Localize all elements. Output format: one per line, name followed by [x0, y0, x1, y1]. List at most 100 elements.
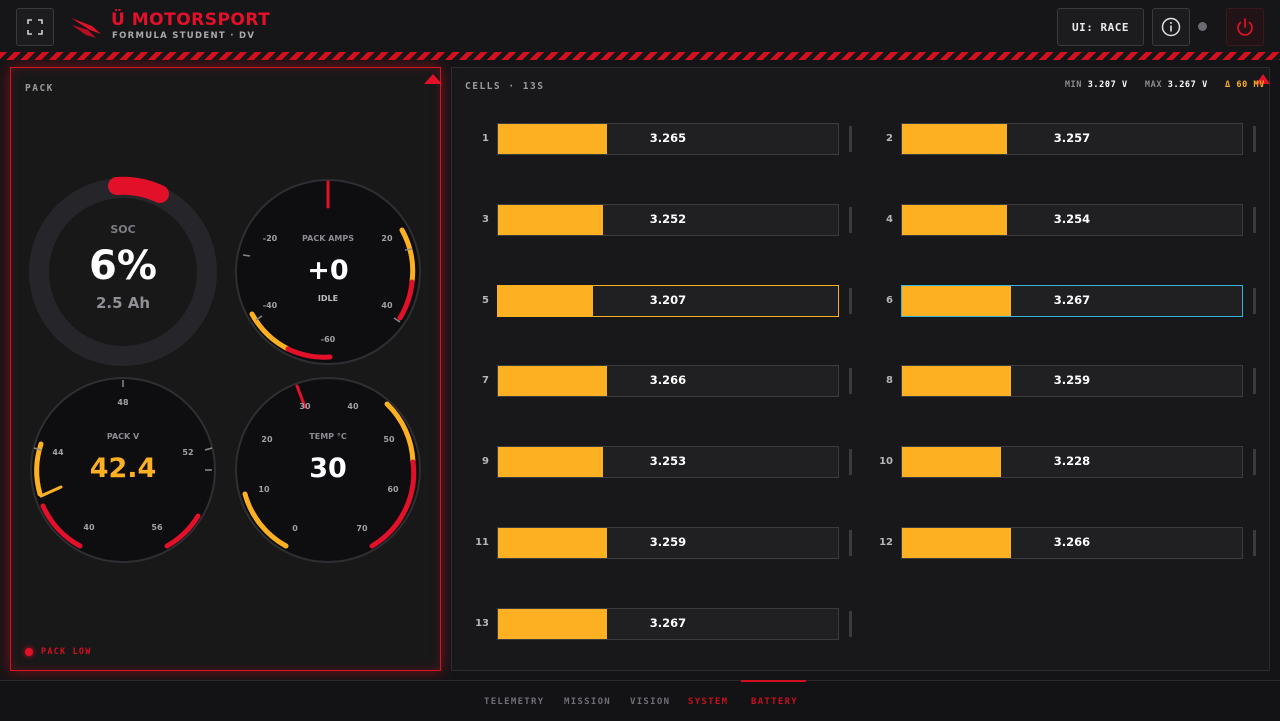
cell-bar[interactable]: 3.259: [901, 365, 1243, 397]
cell-bar[interactable]: 3.207: [497, 285, 839, 317]
cell-balance-tick: [849, 611, 852, 637]
soc-arc: [108, 176, 169, 203]
cell-bar[interactable]: 3.267: [497, 608, 839, 640]
soc-gauge: SOC 6% 2.5 Ah: [29, 176, 217, 366]
cell-balance-tick: [849, 368, 852, 394]
cell-index: 6: [886, 295, 893, 306]
amps-tick-label: -60: [321, 335, 336, 344]
cell-balance-tick: [1253, 449, 1256, 475]
cell-voltage: 3.257: [1053, 131, 1091, 145]
amps-tick-label: -40: [263, 301, 278, 310]
cell-voltage: 3.228: [1053, 454, 1091, 468]
cell-bar[interactable]: 3.257: [901, 123, 1243, 155]
tab-system[interactable]: SYSTEM: [688, 697, 728, 707]
cell-balance-tick: [1253, 207, 1256, 233]
min-label: MIN: [1064, 80, 1082, 90]
cell-voltage: 3.266: [1053, 535, 1091, 549]
cell-balance-tick: [849, 288, 852, 314]
cell-balance-tick: [1253, 126, 1256, 152]
pack-warning: PACK LOW: [41, 647, 92, 657]
max-value: 3.267 V: [1167, 80, 1208, 90]
cell-balance-tick: [849, 126, 852, 152]
temp-tick-label: 70: [356, 524, 368, 533]
cell-voltage: 3.265: [649, 131, 687, 145]
cell-index: 12: [879, 537, 893, 548]
cell-index: 13: [475, 618, 489, 629]
volts-tick-label: 44: [52, 448, 64, 457]
cell-voltage: 3.254: [1053, 212, 1091, 226]
cell-index: 11: [475, 537, 489, 548]
tab-vision[interactable]: VISION: [630, 697, 670, 707]
amps-tick-label: 40: [381, 301, 393, 310]
cell-voltage: 3.252: [649, 212, 687, 226]
cells-title: CELLS · 13S: [465, 81, 545, 92]
tab-battery[interactable]: BATTERY: [751, 697, 798, 707]
cell-bar[interactable]: 3.259: [497, 527, 839, 559]
amps-tick-label: -20: [263, 234, 278, 243]
cell-voltage: 3.267: [649, 616, 687, 630]
volts-gauge: 48 44 52 40 56 PACK V 42.4: [30, 377, 216, 563]
amps-state: IDLE: [318, 294, 338, 303]
cell-bar[interactable]: 3.254: [901, 204, 1243, 236]
volts-value: 42.4: [90, 453, 157, 484]
soc-value: 6%: [89, 243, 157, 289]
delta-value: Δ 60 MV: [1224, 80, 1265, 90]
volts-tick-label: 52: [182, 448, 193, 457]
cell-index: 9: [482, 456, 489, 467]
cell-voltage: 3.259: [1053, 373, 1091, 387]
cell-bar[interactable]: 3.253: [497, 446, 839, 478]
temp-tick-label: 20: [261, 435, 273, 444]
cell-index: 1: [482, 133, 489, 144]
cell-bar[interactable]: 3.228: [901, 446, 1243, 478]
min-value: 3.207 V: [1087, 80, 1128, 90]
tab-telemetry[interactable]: TELEMETRY: [484, 697, 544, 707]
cell-voltage: 3.253: [649, 454, 687, 468]
cell-index: 2: [886, 133, 893, 144]
amps-value: +0: [307, 255, 348, 286]
cell-stats: MIN 3.207 V MAX 3.267 V Δ 60 MV: [1065, 80, 1265, 90]
cell-bar[interactable]: 3.266: [901, 527, 1243, 559]
cell-index: 7: [482, 375, 489, 386]
soc-label: SOC: [110, 223, 135, 236]
cell-index: 4: [886, 214, 893, 225]
temp-value: 30: [309, 453, 347, 484]
tab-mission[interactable]: MISSION: [564, 697, 611, 707]
cell-bar[interactable]: 3.265: [497, 123, 839, 155]
cell-balance-tick: [1253, 368, 1256, 394]
temp-tick-label: 30: [299, 402, 311, 411]
temp-tick-label: 10: [258, 485, 270, 494]
cell-balance-tick: [849, 207, 852, 233]
cell-voltage: 3.259: [649, 535, 687, 549]
amps-label: PACK AMPS: [302, 234, 354, 243]
temp-tick-label: 0: [292, 524, 298, 533]
cell-voltage: 3.266: [649, 373, 687, 387]
amps-tick-label: 20: [381, 234, 393, 243]
warning-dot-icon: [25, 648, 33, 656]
volts-label: PACK V: [107, 432, 140, 441]
max-label: MAX: [1144, 80, 1163, 90]
cell-bar[interactable]: 3.267: [901, 285, 1243, 317]
temp-tick-label: 50: [383, 435, 395, 444]
temp-label: TEMP °C: [309, 432, 347, 441]
cell-balance-tick: [849, 449, 852, 475]
temp-gauge: 30 40 20 50 10 60 0 70 TEMP °C 30: [235, 377, 421, 563]
cell-index: 10: [879, 456, 893, 467]
cell-index: 5: [482, 295, 489, 306]
cell-balance-tick: [1253, 288, 1256, 314]
volts-tick-label: 40: [83, 523, 95, 532]
cell-voltage: 3.267: [1053, 293, 1091, 307]
cell-bar[interactable]: 3.266: [497, 365, 839, 397]
volts-tick-label: 48: [117, 398, 129, 407]
amps-gauge: -20 20 -40 40 -60 PACK AMPS +0 IDLE: [235, 179, 421, 365]
cell-balance-tick: [1253, 530, 1256, 556]
cell-bar[interactable]: 3.252: [497, 204, 839, 236]
active-tab-indicator: [741, 680, 806, 682]
volts-tick-label: 56: [151, 523, 163, 532]
temp-tick-label: 60: [387, 485, 399, 494]
cell-voltage: 3.207: [649, 293, 687, 307]
cell-index: 3: [482, 214, 489, 225]
cell-balance-tick: [849, 530, 852, 556]
cell-index: 8: [886, 375, 893, 386]
bottom-nav: TELEMETRY MISSION VISION SYSTEM BATTERY: [0, 680, 1280, 721]
soc-capacity: 2.5 Ah: [96, 294, 150, 312]
